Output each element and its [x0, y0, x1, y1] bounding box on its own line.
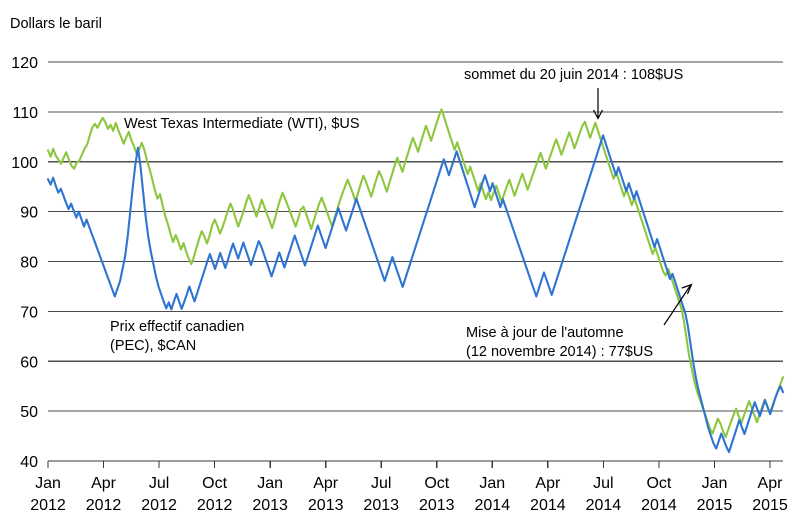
x-axis-tick-month: Apr: [313, 475, 339, 492]
series-label-pec-line1: Prix effectif canadien: [110, 319, 244, 335]
series-line-pec: [46, 134, 785, 454]
x-axis-tick-year: 2012: [141, 497, 177, 514]
x-axis-tick-year: 2013: [363, 497, 399, 514]
x-axis-tick-month: Oct: [646, 475, 671, 492]
x-axis-tick-labels: Jan 2012 Apr 2012 Jul 2012 Oct 2012 Jan 2013 Apr 20…: [30, 475, 788, 514]
x-axis-tick-year: 2015: [752, 497, 788, 514]
x-axis-tick-month: Apr: [91, 475, 117, 492]
y-axis-tick-label: 90: [20, 205, 38, 222]
x-axis-tick-month: Jan: [35, 475, 61, 492]
fall-update-annotation-line2: (12 novembre 2014) : 77$US: [466, 344, 653, 360]
x-axis-tick-year: 2012: [197, 497, 233, 514]
x-axis-tick-year: 2012: [30, 497, 66, 514]
x-axis-tick-year: 2014: [475, 497, 511, 514]
x-axis-tick-year: 2015: [697, 497, 733, 514]
y-axis-tick-label: 80: [20, 255, 38, 272]
x-axis-tick-month: Oct: [424, 475, 449, 492]
series-label-pec-line2: (PEC), $CAN: [110, 338, 196, 354]
oil-price-chart: Dollars le baril 40 50 60 70 80 90 100 110 120 J…: [0, 0, 800, 528]
x-axis-tick-month: Apr: [535, 475, 561, 492]
x-axis-tick-month: Jul: [593, 475, 613, 492]
y-axis-tick-label: 70: [20, 304, 38, 321]
y-axis-tick-label: 100: [11, 155, 38, 172]
series-label-wti: West Texas Intermediate (WTI), $US: [124, 116, 360, 132]
y-axis-tick-label: 40: [20, 454, 38, 471]
fall-update-arrowhead: [681, 283, 693, 295]
x-axis-tick-month: Jul: [371, 475, 391, 492]
x-axis-tick-month: Jan: [479, 475, 505, 492]
x-axis-tick-year: 2014: [586, 497, 622, 514]
x-axis-tick-month: Jul: [149, 475, 169, 492]
x-axis-tick-month: Jan: [702, 475, 728, 492]
y-axis-tick-label: 50: [20, 404, 38, 421]
x-axis-tick-year: 2013: [419, 497, 455, 514]
x-axis-tick-month: Apr: [758, 475, 784, 492]
x-axis-tick-month: Jan: [257, 475, 283, 492]
peak-annotation-text: sommet du 20 juin 2014 : 108$US: [464, 67, 683, 83]
y-axis-tick-label: 60: [20, 354, 38, 371]
fall-update-annotation-line1: Mise à jour de l'automne: [466, 325, 624, 341]
data-series-group: [46, 108, 785, 454]
x-axis-tick-year: 2012: [86, 497, 122, 514]
x-axis-tick-year: 2014: [641, 497, 677, 514]
x-axis-tick-year: 2013: [308, 497, 344, 514]
y-axis-tick-label: 110: [12, 105, 38, 122]
y-axis-tick-label: 120: [11, 55, 38, 72]
x-axis-ticks: [47, 461, 771, 468]
y-axis-tick-labels: 40 50 60 70 80 90 100 110 120: [11, 55, 38, 471]
chart-plot-area: 40 50 60 70 80 90 100 110 120 Jan 2012 Apr 2012 Jul 2…: [11, 55, 788, 514]
x-axis-tick-month: Oct: [202, 475, 227, 492]
x-axis-tick-year: 2014: [530, 497, 566, 514]
x-axis-tick-year: 2013: [252, 497, 288, 514]
